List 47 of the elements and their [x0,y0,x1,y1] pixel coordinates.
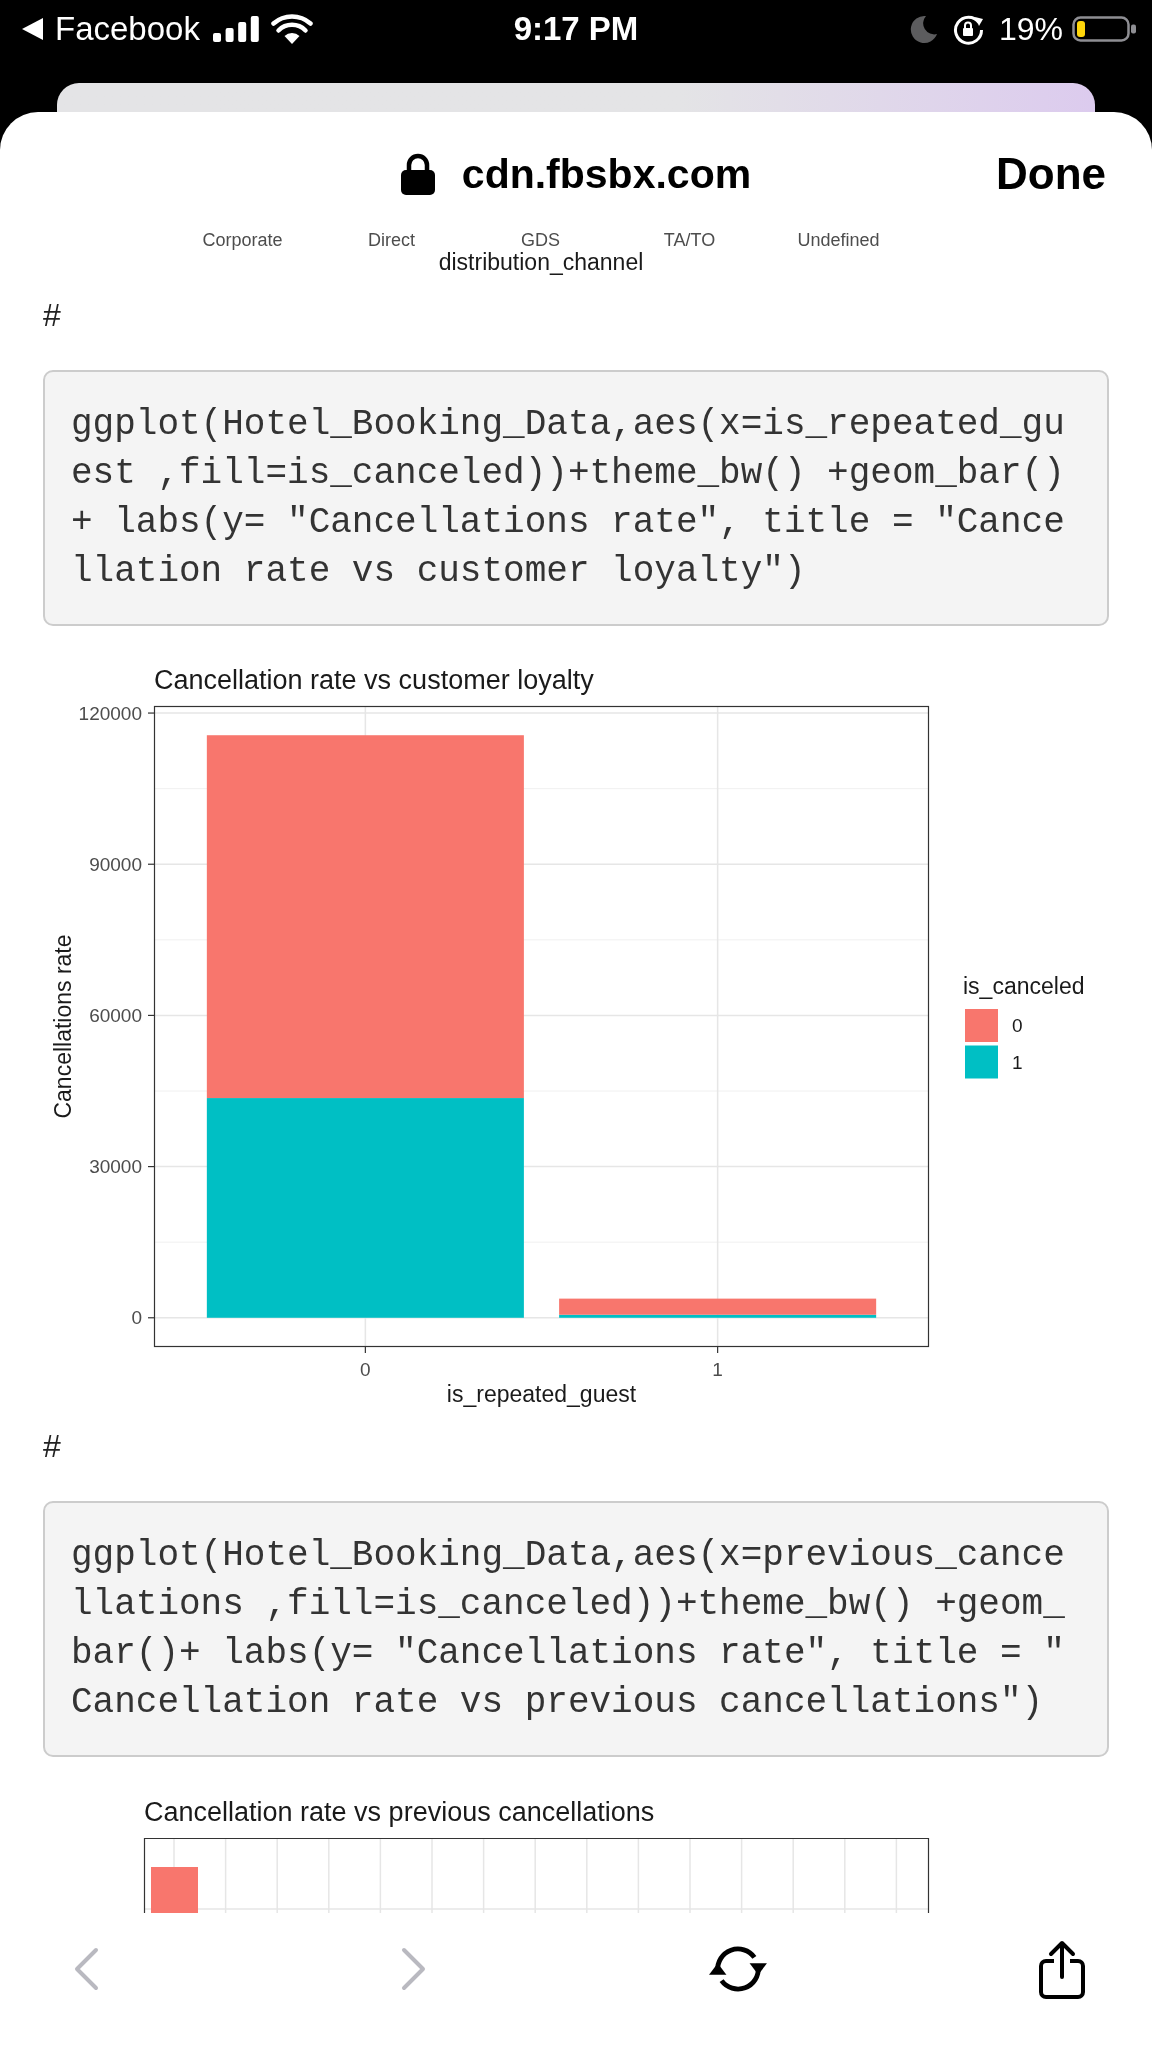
y-tick-label: 90000 [89,853,142,875]
tick-mark [717,1346,719,1354]
chevron-left-icon [73,1947,99,1991]
x-tick-label: 1 [712,1358,723,1380]
legend-title: is_canceled [963,973,1085,999]
y-tick-label: 60000 [89,1004,142,1026]
x-axis-title: is_repeated_guest [446,1381,637,1407]
tick-mark [147,1317,155,1319]
x-axis-title: distribution_channel [438,250,644,275]
chart-title: Cancellation rate vs previous cancellations [144,1797,655,1827]
legend-label: 1 [1012,1051,1023,1073]
x-tick-label: Undefined [797,230,880,250]
wifi-icon [270,14,313,44]
y-tick-label: 120000 [78,702,142,724]
signal-bars-icon [212,16,259,42]
triangle-left-icon [22,18,43,40]
moon-icon [909,15,938,43]
x-tick-label: TA/TO [663,230,716,250]
share-icon [1039,1939,1085,1999]
chart-bar [151,1867,198,1913]
status-time: 9:17 PM [513,9,639,49]
back-to-app-button[interactable]: Facebook [22,9,200,49]
code-block: ggplot(Hotel_Booking_Data,aes(x=is_repeated_gu est ,fill=is_canceled))+theme_bw() +geom_bar() + labs(y= "Cancellations rate", title = "Cance llation rate vs customer loyalty") [43,370,1109,626]
rotation-lock-icon [951,13,984,45]
battery-icon [1072,16,1136,42]
hash-mark-text: # [43,1428,61,1464]
tick-mark [147,1014,155,1016]
x-tick-label: 0 [360,1358,371,1380]
y-axis-title: Cancellations rate [50,934,76,1119]
code-block: ggplot(Hotel_Booking_Data,aes(x=previous_cance llations ,fill=is_canceled))+theme_bw() +geom_ bar()+ labs(y= "Cancellations rate", title = " Cancellation rate vs previous cancellations") [43,1501,1109,1757]
x-tick-label: Corporate [202,230,283,250]
x-tick-label: GDS [521,230,560,250]
battery-percentage: 19% [998,10,1063,49]
url-text: cdn.fbsbx.com [461,149,752,198]
tick-mark [147,1166,155,1168]
lock-icon [400,152,435,195]
chevron-right-icon [401,1947,427,1991]
x-tick-label: Direct [368,230,415,250]
tick-mark [147,712,155,714]
y-tick-label: 30000 [89,1156,142,1178]
legend-label: 0 [1012,1015,1023,1036]
tick-mark [147,863,155,865]
y-tick-label: 0 [131,1307,142,1329]
done-button[interactable]: Done [996,147,1106,200]
tick-mark [364,1346,366,1354]
hash-mark-text: # [43,297,61,333]
chart-title: Cancellation rate vs customer loyalty [154,665,594,695]
